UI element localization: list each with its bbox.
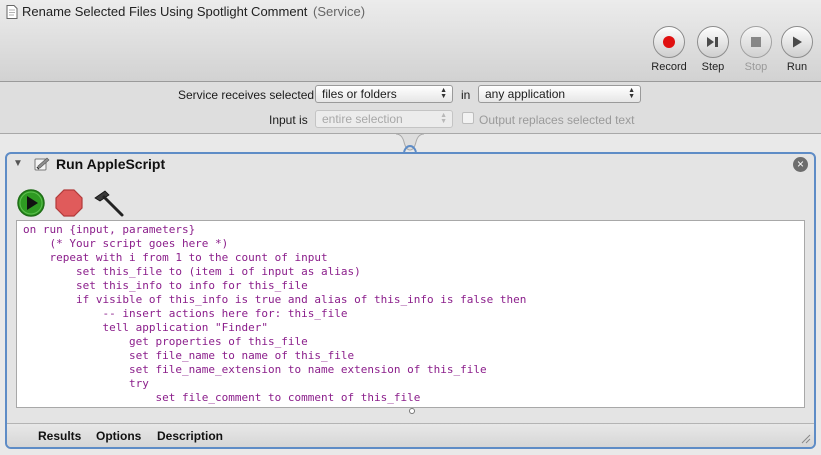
input-is-value: entire selection: [322, 112, 403, 126]
popup-arrows-icon: ▲ ▼: [628, 87, 635, 100]
run-label: Run: [786, 61, 808, 73]
code-line: set file_name to name of this_file: [23, 349, 355, 362]
tab-options[interactable]: Options: [96, 429, 141, 443]
resize-grip-icon[interactable]: [799, 432, 811, 444]
input-type-popup[interactable]: files or folders ▲ ▼: [315, 85, 453, 103]
run-applescript-action: ▼ Run AppleScript × on run {input, param…: [5, 152, 816, 449]
service-receives-label: Service receives selected: [178, 88, 315, 102]
window-title-text: Rename Selected Files Using Spotlight Co…: [22, 4, 308, 19]
code-line: tell application "Finder": [23, 321, 269, 334]
popup-arrows-icon: ▲ ▼: [440, 112, 447, 125]
code-line: set file_name_extension to name extensio…: [23, 363, 487, 376]
stop-icon: [751, 37, 761, 47]
document-icon: [6, 5, 18, 19]
input-type-value: files or folders: [322, 87, 397, 101]
step-icon: [707, 37, 718, 47]
script-code: on run {input, parameters} (* Your scrip…: [17, 221, 804, 405]
action-footer: Results Options Description: [7, 423, 814, 447]
code-line: try: [23, 377, 149, 390]
stop-script-icon[interactable]: [54, 188, 84, 218]
run-button[interactable]: Run: [775, 26, 819, 73]
tab-results[interactable]: Results: [38, 429, 81, 443]
record-label: Record: [651, 61, 687, 73]
popup-arrows-icon: ▲ ▼: [440, 87, 447, 100]
code-line: set this_info to info for this_file: [23, 279, 308, 292]
input-is-popup[interactable]: entire selection ▲ ▼: [315, 110, 453, 128]
code-line: repeat with i from 1 to the count of inp…: [23, 251, 328, 264]
code-line: -- insert actions here for: this_file: [23, 307, 348, 320]
stop-button[interactable]: Stop: [734, 26, 778, 73]
input-is-label: Input is: [269, 113, 308, 127]
record-icon: [663, 36, 675, 48]
action-header: ▼ Run AppleScript ×: [7, 154, 814, 176]
hammer-icon[interactable]: [91, 188, 125, 218]
output-replaces-checkbox[interactable]: [462, 112, 474, 124]
application-popup[interactable]: any application ▲ ▼: [478, 85, 641, 103]
disclosure-triangle-icon[interactable]: ▼: [13, 158, 23, 169]
run-script-icon[interactable]: [16, 188, 46, 218]
window-title: Rename Selected Files Using Spotlight Co…: [22, 4, 365, 19]
tab-description[interactable]: Description: [157, 429, 223, 443]
close-action-icon[interactable]: ×: [793, 157, 808, 172]
editor-resize-handle[interactable]: [409, 408, 415, 414]
code-line: (* Your script goes here *): [23, 237, 229, 250]
window-toolbar: Rename Selected Files Using Spotlight Co…: [0, 0, 821, 82]
action-title: Run AppleScript: [56, 156, 166, 172]
code-line: if visible of this_info is true and alia…: [23, 293, 527, 306]
application-value: any application: [485, 87, 566, 101]
window-subtitle: (Service): [313, 4, 366, 19]
service-settings-bar: Service receives selected files or folde…: [0, 82, 821, 134]
code-line: set this_file to (item i of input as ali…: [23, 265, 361, 278]
code-line: on run {input, parameters}: [23, 223, 196, 236]
output-replaces-label: Output replaces selected text: [479, 113, 635, 127]
stop-label: Stop: [744, 61, 768, 73]
in-label: in: [461, 88, 471, 102]
code-line: set file_comment to comment of this_file: [23, 391, 421, 404]
step-button[interactable]: Step: [691, 26, 735, 73]
applescript-icon: [34, 157, 50, 171]
connector-notch: [396, 134, 424, 152]
step-label: Step: [701, 61, 725, 73]
record-button[interactable]: Record: [647, 26, 691, 73]
code-line: get properties of this_file: [23, 335, 308, 348]
script-editor[interactable]: on run {input, parameters} (* Your scrip…: [16, 220, 805, 408]
play-icon: [793, 36, 802, 48]
